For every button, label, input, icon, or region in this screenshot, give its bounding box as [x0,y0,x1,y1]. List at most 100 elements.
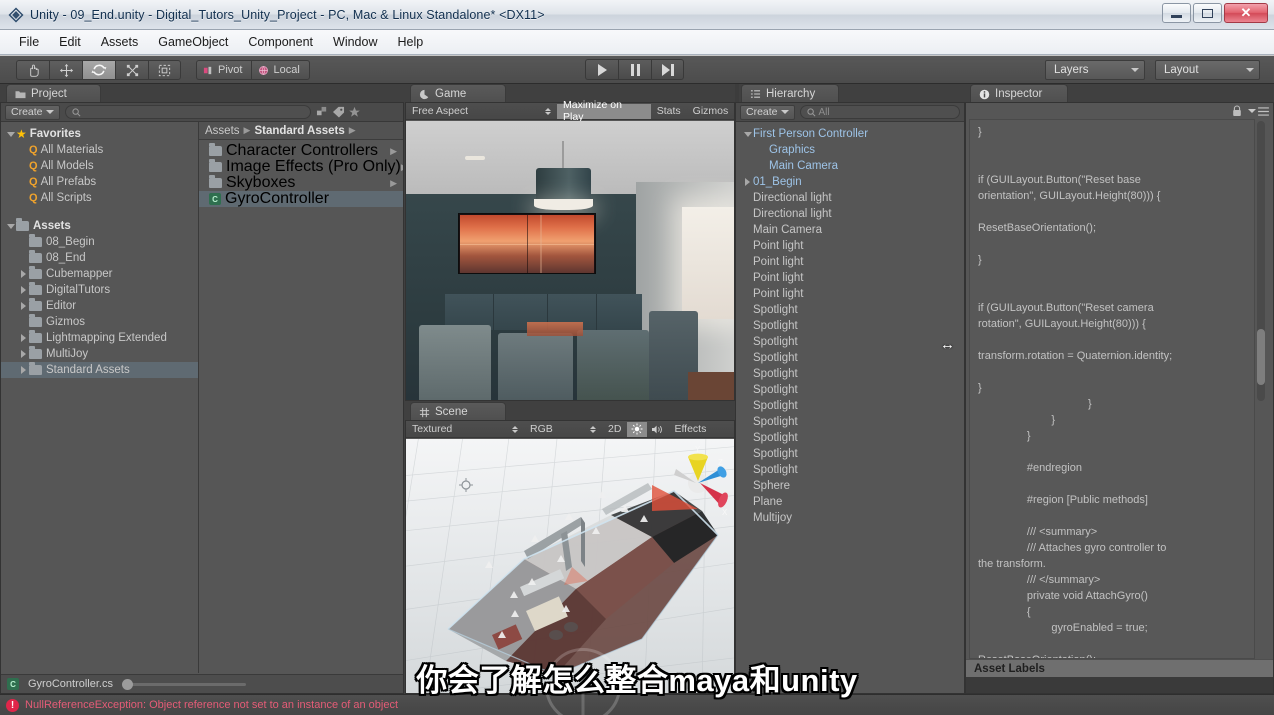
game-gizmos-dropdown[interactable]: Gizmos [687,104,734,119]
move-tool-button[interactable] [49,60,82,80]
rotate-tool-button[interactable] [82,60,115,80]
hierarchy-row[interactable]: Spotlight [736,430,964,446]
project-create-button[interactable]: Create [5,104,60,120]
project-tree-row[interactable]: 08_End [1,250,198,266]
play-button[interactable] [585,59,618,80]
chevron-right-icon[interactable]: ▶ [390,178,397,189]
hierarchy-row[interactable]: Plane [736,494,964,510]
project-tree-row[interactable]: MultiJoy [1,346,198,362]
twisty-collapsed-icon[interactable] [18,366,29,374]
hierarchy-row[interactable]: First Person Controller [736,126,964,142]
project-tree-row[interactable]: Cubemapper [1,266,198,282]
menu-gameobject[interactable]: GameObject [149,32,237,52]
layout-dropdown[interactable]: Layout [1155,60,1260,80]
scene-render-mode-dropdown[interactable]: RGB [524,422,602,437]
game-view-render[interactable] [406,121,734,400]
tab-project[interactable]: Project [6,84,101,103]
close-button[interactable]: ✕ [1224,3,1268,23]
scale-tool-button[interactable] [115,60,148,80]
project-tree-row[interactable]: Standard Assets [1,362,198,378]
hierarchy-row[interactable]: Spotlight [736,462,964,478]
tab-inspector[interactable]: Inspector [970,84,1068,103]
asset-labels-bar[interactable]: Asset Labels [966,659,1273,677]
hierarchy-row[interactable]: Spotlight [736,366,964,382]
hierarchy-row[interactable]: Graphics [736,142,964,158]
inspector-scrollbar-track[interactable] [1257,121,1265,401]
hierarchy-row[interactable]: Point light [736,254,964,270]
hierarchy-row[interactable]: Spotlight [736,414,964,430]
project-tree-row[interactable]: 08_Begin [1,234,198,250]
layers-dropdown[interactable]: Layers [1045,60,1145,80]
step-button[interactable] [651,59,684,80]
inspector-code-preview[interactable]: } if (GUILayout.Button("Reset base orien… [969,119,1255,659]
scene-audio-toggle[interactable] [647,422,668,437]
project-tree-row[interactable]: Lightmapping Extended [1,330,198,346]
project-tree-row[interactable]: Assets [1,218,198,234]
menu-component[interactable]: Component [239,32,322,52]
hierarchy-row[interactable]: Sphere [736,478,964,494]
scene-effects-dropdown[interactable]: Effects [668,422,712,437]
hierarchy-row[interactable]: Main Camera [736,158,964,174]
hand-tool-button[interactable] [16,60,49,80]
project-tree-row[interactable]: Q All Models [1,158,198,174]
maximize-on-play-toggle[interactable]: Maximize on Play [557,99,651,123]
hierarchy-row[interactable]: Main Camera [736,222,964,238]
project-tree-row[interactable]: Q All Scripts [1,190,198,206]
project-tree-row[interactable]: DigitalTutors [1,282,198,298]
hierarchy-row[interactable]: Directional light [736,190,964,206]
zoom-slider-handle[interactable] [121,678,133,690]
menu-edit[interactable]: Edit [50,32,90,52]
lock-icon[interactable] [1232,105,1242,117]
breadcrumb-assets[interactable]: Assets [205,125,240,137]
pivot-toggle-button[interactable]: Pivot [196,60,252,80]
label-filter-icon[interactable] [332,106,345,118]
scene-draw-mode-dropdown[interactable]: Textured [406,422,524,437]
twisty-collapsed-icon[interactable] [742,178,753,186]
chevron-right-icon[interactable]: ▶ [390,146,397,157]
project-zoom-slider[interactable] [121,678,246,690]
status-bar[interactable]: ! NullReferenceException: Object referen… [0,694,1274,715]
project-tree-row[interactable]: ★ Favorites [1,126,198,142]
tab-hierarchy[interactable]: Hierarchy [741,84,839,103]
twisty-collapsed-icon[interactable] [18,302,29,310]
asset-type-filter-icon[interactable] [316,106,329,118]
local-toggle-button[interactable]: Local [251,60,310,80]
twisty-collapsed-icon[interactable] [18,350,29,358]
project-tree-row[interactable]: Q All Materials [1,142,198,158]
hierarchy-create-button[interactable]: Create [740,104,795,120]
project-search-input[interactable] [64,105,311,119]
twisty-expanded-icon[interactable] [742,131,753,137]
menu-window[interactable]: Window [324,32,386,52]
hierarchy-row[interactable]: Spotlight [736,350,964,366]
maximize-button[interactable] [1193,3,1222,23]
hierarchy-search-input[interactable]: All [799,105,960,119]
hierarchy-row[interactable]: Point light [736,286,964,302]
minimize-button[interactable] [1162,3,1191,23]
menu-file[interactable]: File [10,32,48,52]
tab-game[interactable]: Game [410,84,506,103]
hierarchy-row[interactable]: Spotlight [736,318,964,334]
tab-scene[interactable]: Scene [410,402,506,421]
rect-transform-tool-button[interactable] [148,60,181,80]
twisty-collapsed-icon[interactable] [18,270,29,278]
menu-help[interactable]: Help [388,32,432,52]
project-content-item[interactable]: Image Effects (Pro Only)▶ [199,158,403,175]
pause-button[interactable] [618,59,651,80]
twisty-expanded-icon[interactable] [5,223,16,229]
project-content-item[interactable]: Skyboxes ▶ [199,174,403,191]
breadcrumb-standard-assets[interactable]: Standard Assets [254,125,344,137]
hierarchy-row[interactable]: Spotlight [736,446,964,462]
hierarchy-row[interactable]: Spotlight [736,334,964,350]
scene-view-render[interactable]: Y Z X [406,439,734,693]
hierarchy-row[interactable]: Directional light [736,206,964,222]
game-stats-toggle[interactable]: Stats [651,104,687,119]
hierarchy-row[interactable]: 01_Begin [736,174,964,190]
project-tree-row[interactable]: Editor [1,298,198,314]
hierarchy-row[interactable]: Spotlight [736,302,964,318]
hamburger-menu-icon[interactable] [1248,106,1269,116]
project-content-item[interactable]: C GyroController [199,190,403,207]
scene-lighting-toggle[interactable] [627,421,648,437]
hierarchy-row[interactable]: Multijoy [736,510,964,526]
menu-assets[interactable]: Assets [92,32,148,52]
hierarchy-row[interactable]: Spotlight [736,398,964,414]
